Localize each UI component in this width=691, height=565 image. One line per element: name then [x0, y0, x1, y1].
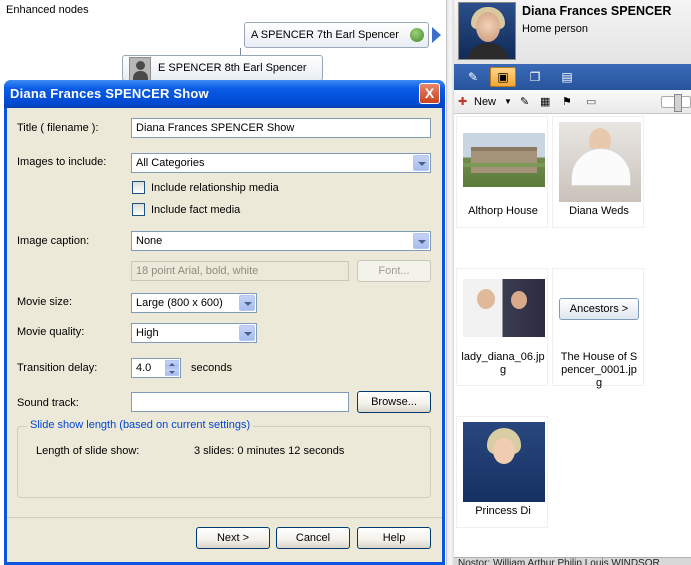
movie-size-select[interactable]: Large (800 x 600) — [131, 293, 257, 313]
sound-track-label: Sound track: — [17, 397, 79, 409]
length-value: 3 slides: 0 minutes 12 seconds — [194, 445, 345, 457]
chevron-down-icon[interactable] — [413, 233, 429, 249]
new-media-icon[interactable]: ✚ — [458, 94, 467, 110]
caption-label: Image caption: — [17, 235, 90, 247]
tab-notes-icon[interactable]: ▤ — [554, 67, 580, 87]
person-silhouette-icon — [129, 57, 151, 81]
movie-quality-select[interactable]: High — [131, 323, 257, 343]
browse-button[interactable]: Browse... — [357, 391, 431, 413]
next-button[interactable]: Next > — [196, 527, 270, 549]
images-label: Images to include: — [17, 156, 107, 168]
media-tile[interactable]: Althorp House — [456, 116, 548, 228]
tab-edit-icon[interactable]: ✎ — [460, 67, 486, 87]
edit-pencil-icon[interactable]: ✎ — [520, 94, 529, 110]
movie-size-value: Large (800 x 600) — [136, 297, 223, 309]
caption-select[interactable]: None — [131, 231, 431, 251]
length-label: Length of slide show: — [36, 445, 140, 457]
status-bar: Nostor: William Arthur Philip Louis WIND… — [454, 557, 691, 565]
chevron-down-icon[interactable] — [413, 155, 429, 171]
caption-font-field: 18 point Arial, bold, white — [131, 261, 349, 281]
new-dropdown-chevron-icon[interactable]: ▼ — [504, 94, 512, 110]
movie-quality-value: High — [136, 327, 159, 339]
ancestors-button[interactable]: Ancestors > — [559, 298, 639, 320]
thumbnail-size-slider[interactable] — [661, 94, 691, 112]
media-caption: Diana Weds — [569, 205, 629, 217]
spin-down-icon[interactable] — [165, 368, 179, 376]
chevron-down-icon[interactable] — [239, 325, 255, 341]
tree-node-e-spencer[interactable]: E SPENCER 8th Earl Spencer — [122, 55, 323, 81]
tree-panel-title: Enhanced nodes — [6, 4, 89, 16]
person-photo[interactable] — [458, 2, 516, 60]
link-media-icon[interactable]: ⚑ — [562, 94, 572, 110]
slideshow-icon[interactable]: ▭ — [586, 94, 596, 110]
leaf-icon — [410, 28, 424, 42]
close-icon: X — [424, 85, 435, 101]
media-tile[interactable]: Princess Di — [456, 416, 548, 528]
person-name: Diana Frances SPENCER — [522, 4, 672, 18]
panel-splitter[interactable] — [446, 0, 454, 565]
include-fact-checkbox[interactable] — [132, 203, 145, 216]
media-caption: lady_diana_06.jpg — [461, 351, 545, 376]
media-panel: Diana Frances SPENCER Home person ✎ ▣ ❐ … — [454, 0, 691, 565]
images-select-value: All Categories — [136, 157, 205, 169]
slideshow-length-title: Slide show length (based on current sett… — [27, 419, 254, 431]
media-thumbnail — [463, 422, 545, 502]
include-relationship-checkbox[interactable] — [132, 181, 145, 194]
sound-track-input[interactable] — [131, 392, 349, 412]
cancel-button[interactable]: Cancel — [276, 527, 350, 549]
font-button[interactable]: Font... — [357, 260, 431, 282]
person-subtitle: Home person — [522, 23, 589, 35]
expand-right-arrow-icon[interactable] — [432, 27, 441, 43]
movie-quality-label: Movie quality: — [17, 326, 85, 338]
tree-node-label: E SPENCER 8th Earl Spencer — [158, 62, 307, 74]
slideshow-dialog: Diana Frances SPENCER Show X Title ( fil… — [4, 80, 445, 565]
view-tabs: ✎ ▣ ❐ ▤ — [454, 64, 691, 90]
media-caption: The House of Spencer_0001.jpg — [560, 351, 638, 389]
media-caption: Princess Di — [475, 505, 531, 517]
tab-media-icon[interactable]: ▣ — [490, 67, 516, 87]
title-label: Title ( filename ): — [17, 122, 99, 134]
new-media-button[interactable]: New — [474, 94, 496, 110]
media-toolbar: ✚ New ▼ ✎ ▦ ⚑ ▭ — [454, 90, 691, 114]
dialog-title-bar[interactable]: Diana Frances SPENCER Show X — [4, 80, 445, 108]
include-fact-label[interactable]: Include fact media — [151, 204, 240, 216]
tab-sources-icon[interactable]: ❐ — [522, 67, 548, 87]
media-tile[interactable]: Diana Weds — [552, 116, 644, 228]
footer-separator — [7, 517, 442, 518]
include-relationship-label[interactable]: Include relationship media — [151, 182, 279, 194]
media-tile[interactable]: lady_diana_06.jpg — [456, 268, 548, 386]
dialog-title: Diana Frances SPENCER Show — [10, 86, 209, 101]
caption-select-value: None — [136, 235, 163, 247]
spin-up-icon[interactable] — [165, 360, 179, 368]
media-thumbnail — [559, 122, 641, 202]
media-thumbnail — [463, 279, 545, 337]
properties-icon[interactable]: ▦ — [540, 94, 550, 110]
close-button[interactable]: X — [419, 83, 440, 104]
tree-node-a-spencer[interactable]: A SPENCER 7th Earl Spencer — [244, 22, 429, 48]
transition-delay-label: Transition delay: — [17, 362, 98, 374]
images-select[interactable]: All Categories — [131, 153, 431, 173]
media-caption: Althorp House — [468, 205, 538, 217]
person-header: Diana Frances SPENCER Home person — [454, 0, 691, 64]
help-button[interactable]: Help — [357, 527, 431, 549]
transition-delay-spinner[interactable]: 4.0 — [131, 358, 181, 378]
tree-node-label: A SPENCER 7th Earl Spencer — [251, 29, 399, 41]
movie-size-label: Movie size: — [17, 296, 73, 308]
transition-delay-value: 4.0 — [136, 362, 152, 374]
slideshow-length-group: Slide show length (based on current sett… — [17, 419, 431, 498]
media-thumbnail — [463, 133, 545, 187]
chevron-down-icon[interactable] — [239, 295, 255, 311]
dialog-body: Title ( filename ): Diana Frances SPENCE… — [7, 108, 442, 562]
title-filename-input[interactable]: Diana Frances SPENCER Show — [131, 118, 431, 138]
media-grid: Althorp House Diana Weds lady_diana_06.j… — [454, 114, 691, 559]
media-tile[interactable]: Ancestors > The House of Spencer_0001.jp… — [552, 268, 644, 389]
transition-unit: seconds — [191, 362, 232, 374]
